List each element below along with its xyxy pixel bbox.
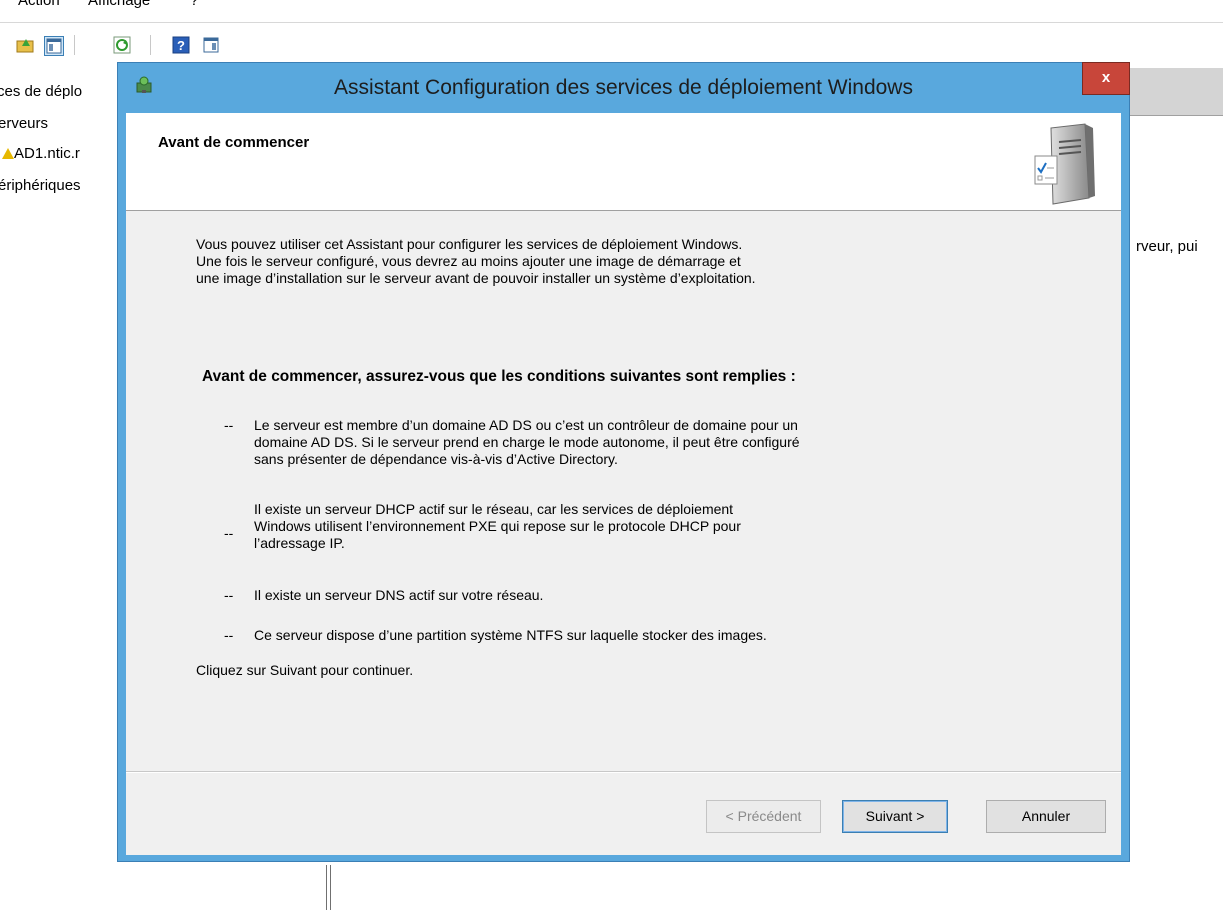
help-icon[interactable]: ? [172, 36, 190, 54]
console-tree: ces de déplo erveurs AD1.ntic.r ériphéri… [0, 67, 118, 847]
continue-instruction: Cliquez sur Suivant pour continuer. [196, 662, 414, 678]
dialog-title: Assistant Configuration des services de … [334, 76, 913, 99]
menu-help[interactable]: ? [190, 0, 198, 9]
wizard-dialog: Assistant Configuration des services de … [117, 62, 1130, 862]
properties-pane-icon[interactable] [202, 36, 220, 54]
previous-button[interactable]: < Précédent [706, 800, 821, 833]
close-button[interactable]: x [1082, 62, 1130, 95]
condition-line: Il existe un serveur DNS actif sur votre… [254, 587, 544, 603]
condition-line: Ce serveur dispose d’une partition systè… [254, 627, 767, 643]
condition-item-dns: Il existe un serveur DNS actif sur votre… [254, 587, 543, 604]
bullet-marker: -- [224, 627, 234, 643]
conditions-heading: Avant de commencer, assurez-vous que les… [202, 368, 796, 385]
results-pane-text: rveur, pui [1136, 238, 1198, 255]
condition-item-ad-ds: Le serveur est membre d’un domaine AD DS… [254, 417, 800, 468]
tree-item-server-ad1[interactable]: AD1.ntic.r [14, 145, 80, 162]
show-hide-tree-icon[interactable] [44, 36, 64, 56]
tree-item-servers[interactable]: erveurs [0, 115, 48, 132]
page-header: Avant de commencer [126, 113, 1121, 211]
menu-action[interactable]: Action [18, 0, 60, 9]
intro-line: une image d’installation sur le serveur … [196, 270, 756, 286]
cancel-button[interactable]: Annuler [986, 800, 1106, 833]
toolbar: ? [0, 22, 1223, 67]
condition-line: l’adressage IP. [254, 535, 345, 551]
condition-item-dhcp: Il existe un serveur DHCP actif sur le r… [254, 501, 741, 552]
title-bar[interactable]: Assistant Configuration des services de … [118, 62, 1130, 113]
intro-paragraph: Vous pouvez utiliser cet Assistant pour … [196, 236, 996, 287]
tree-item-devices[interactable]: ériphériques [0, 177, 81, 194]
results-pane-header [1130, 68, 1223, 115]
server-checklist-icon [1034, 123, 1095, 205]
intro-line: Vous pouvez utiliser cet Assistant pour … [196, 236, 743, 252]
condition-line: Windows utilisent l’environnement PXE qu… [254, 518, 741, 534]
bullet-marker: -- [224, 525, 234, 541]
svg-text:?: ? [177, 38, 185, 53]
menu-bar: Action Affichage ? [0, 0, 1223, 22]
condition-line: Il existe un serveur DHCP actif sur le r… [254, 501, 734, 517]
condition-line: Le serveur est membre d’un domaine AD DS… [254, 417, 798, 433]
next-button[interactable]: Suivant > [842, 800, 948, 833]
toolbar-separator [150, 35, 151, 55]
up-folder-icon[interactable] [16, 36, 34, 54]
bullet-marker: -- [224, 587, 234, 603]
condition-item-ntfs: Ce serveur dispose d’une partition systè… [254, 627, 767, 644]
dialog-client-area: Avant de commencer Vous pouvez utiliser … [126, 113, 1121, 855]
results-pane-divider [1130, 115, 1223, 116]
bullet-marker: -- [224, 417, 234, 433]
page-title: Avant de commencer [158, 134, 310, 151]
toolbar-separator [74, 35, 75, 55]
pane-splitter[interactable] [326, 865, 331, 910]
refresh-icon[interactable] [113, 36, 131, 54]
menu-affichage[interactable]: Affichage [88, 0, 150, 9]
warning-icon [2, 148, 14, 159]
page-content: Vous pouvez utiliser cet Assistant pour … [126, 211, 1121, 771]
condition-line: sans présenter de dépendance vis-à-vis d… [254, 451, 618, 467]
condition-line: domaine AD DS. Si le serveur prend en ch… [254, 434, 800, 450]
intro-line: Une fois le serveur configuré, vous devr… [196, 253, 741, 269]
tree-item-deployment-services[interactable]: ces de déplo [0, 83, 82, 100]
footer-divider [126, 771, 1121, 773]
